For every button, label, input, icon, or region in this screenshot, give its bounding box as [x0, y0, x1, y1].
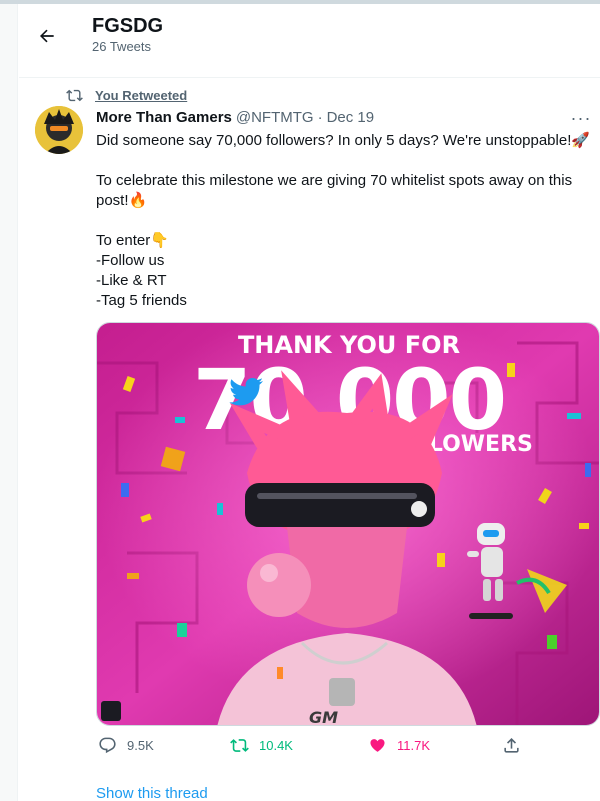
profile-name: FGSDG — [92, 15, 164, 37]
media-watermark-logo — [101, 701, 121, 721]
more-options-button[interactable]: ··· — [570, 107, 592, 129]
tweet-card[interactable]: You Retweeted More Than Gamers @NFTMTG ·… — [19, 79, 600, 801]
tweet-actions: 9.5K 10.4K 11.7K — [96, 736, 576, 760]
retweet-label-link[interactable]: You Retweeted — [95, 88, 187, 103]
author-name[interactable]: More Than Gamers — [96, 109, 232, 126]
author-handle[interactable]: @NFTMTG — [236, 109, 314, 126]
left-sidebar-edge — [0, 4, 18, 801]
reply-count: 9.5K — [127, 738, 154, 753]
heart-filled-icon — [370, 739, 385, 752]
back-button[interactable] — [29, 18, 65, 54]
tweet-text-line: Did someone say 70,000 followers? In onl… — [96, 132, 591, 149]
tweet-media-image[interactable]: THANK YOU FOR 70,000 FOLLOWERS GM — [96, 322, 600, 726]
tweet-author-row: More Than Gamers @NFTMTG · Dec 19 — [96, 109, 374, 126]
tweet-text: Did someone say 70,000 followers? In onl… — [96, 131, 596, 311]
tweet-text-line: To enter👇 — [96, 232, 169, 249]
reply-bubble-icon — [99, 737, 116, 754]
share-upload-icon — [504, 738, 519, 753]
retweet-button[interactable]: 10.4K — [230, 736, 293, 755]
retweet-count: 10.4K — [259, 738, 293, 753]
arrow-left-icon — [40, 29, 54, 43]
media-gm-badge: GM — [309, 708, 338, 726]
retweet-context: You Retweeted — [66, 87, 187, 104]
author-avatar[interactable] — [35, 106, 83, 154]
tweet-text-line: To celebrate this milestone we are givin… — [96, 172, 573, 209]
reply-button[interactable]: 9.5K — [98, 736, 154, 755]
tweet-count: 26 Tweets — [92, 39, 152, 54]
tweet-text-line: -Like & RT — [96, 272, 167, 289]
more-dots-icon: ··· — [570, 107, 592, 128]
show-thread-link[interactable]: Show this thread — [96, 785, 208, 801]
separator-dot: · — [317, 109, 323, 126]
retweet-icon — [66, 89, 83, 102]
tweet-text-line — [96, 211, 596, 231]
profile-header: FGSDG 26 Tweets — [19, 4, 600, 78]
share-button[interactable] — [502, 736, 521, 755]
tweet-text-line: -Follow us — [96, 252, 165, 269]
tweet-date-link[interactable]: Dec 19 — [327, 109, 375, 126]
tweet-text-line — [96, 151, 596, 171]
tweet-text-line: -Tag 5 friends — [96, 292, 187, 309]
like-button[interactable]: 11.7K — [368, 736, 430, 755]
retweet-icon — [230, 739, 249, 752]
like-count: 11.7K — [397, 738, 431, 753]
media-illustration: THANK YOU FOR 70,000 FOLLOWERS GM — [97, 323, 599, 726]
